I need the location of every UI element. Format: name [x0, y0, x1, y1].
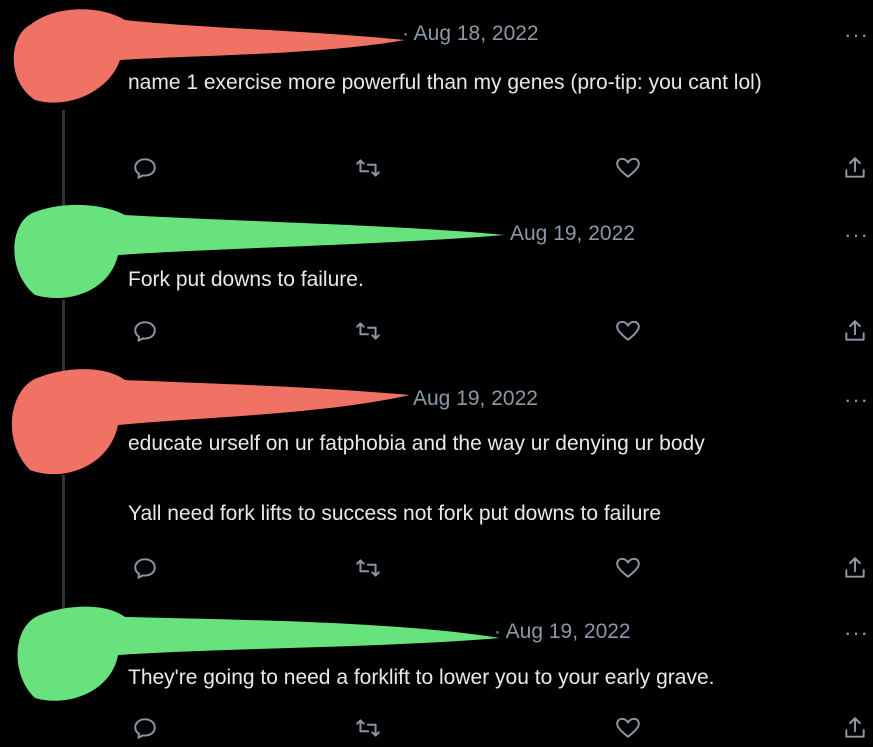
- tweet[interactable]: Aug 19, 2022 ··· educate urself on ur fa…: [0, 365, 873, 605]
- tweet-text: Fork put downs to failure.: [128, 268, 364, 291]
- retweet-icon[interactable]: [355, 715, 385, 745]
- tweet-text: educate urself on ur fatphobia and the w…: [128, 432, 705, 455]
- more-options-icon[interactable]: ···: [844, 224, 869, 246]
- tweet-actions: [0, 555, 873, 587]
- more-options-icon[interactable]: ···: [844, 622, 869, 644]
- retweet-icon[interactable]: [355, 155, 385, 185]
- tweet[interactable]: · Aug 19, 2022 ··· They're going to need…: [0, 600, 873, 744]
- heart-icon[interactable]: [615, 555, 645, 585]
- reply-icon[interactable]: [132, 155, 162, 185]
- share-icon[interactable]: [842, 318, 872, 348]
- tweet-actions: [0, 715, 873, 747]
- tweet-date[interactable]: · Aug 18, 2022: [402, 22, 539, 46]
- tweet-date[interactable]: Aug 19, 2022: [510, 222, 635, 246]
- tweet-text-line2: Yall need fork lifts to success not fork…: [128, 502, 662, 525]
- heart-icon[interactable]: [615, 155, 645, 185]
- heart-icon[interactable]: [615, 318, 645, 348]
- tweet[interactable]: · Aug 18, 2022 ··· name 1 exercise more …: [0, 0, 873, 200]
- heart-icon[interactable]: [615, 715, 645, 745]
- reply-icon[interactable]: [132, 715, 162, 745]
- tweet-actions: [0, 318, 873, 350]
- redaction-scribble: [17, 606, 500, 701]
- more-options-icon[interactable]: ···: [844, 24, 869, 46]
- reply-icon[interactable]: [132, 555, 162, 585]
- reply-icon[interactable]: [132, 318, 162, 348]
- tweet[interactable]: Aug 19, 2022 ··· Fork put downs to failu…: [0, 200, 873, 370]
- tweet-text: They're going to need a forklift to lowe…: [128, 666, 715, 689]
- redaction-scribble: [11, 369, 411, 475]
- tweet-date[interactable]: Aug 19, 2022: [413, 387, 538, 411]
- tweet-date[interactable]: · Aug 19, 2022: [494, 620, 631, 644]
- more-options-icon[interactable]: ···: [844, 389, 869, 411]
- retweet-icon[interactable]: [355, 555, 385, 585]
- share-icon[interactable]: [842, 715, 872, 745]
- share-icon[interactable]: [842, 555, 872, 585]
- share-icon[interactable]: [842, 155, 872, 185]
- tweet-actions: [0, 155, 873, 187]
- tweet-text: name 1 exercise more powerful than my ge…: [128, 71, 762, 94]
- retweet-icon[interactable]: [355, 318, 385, 348]
